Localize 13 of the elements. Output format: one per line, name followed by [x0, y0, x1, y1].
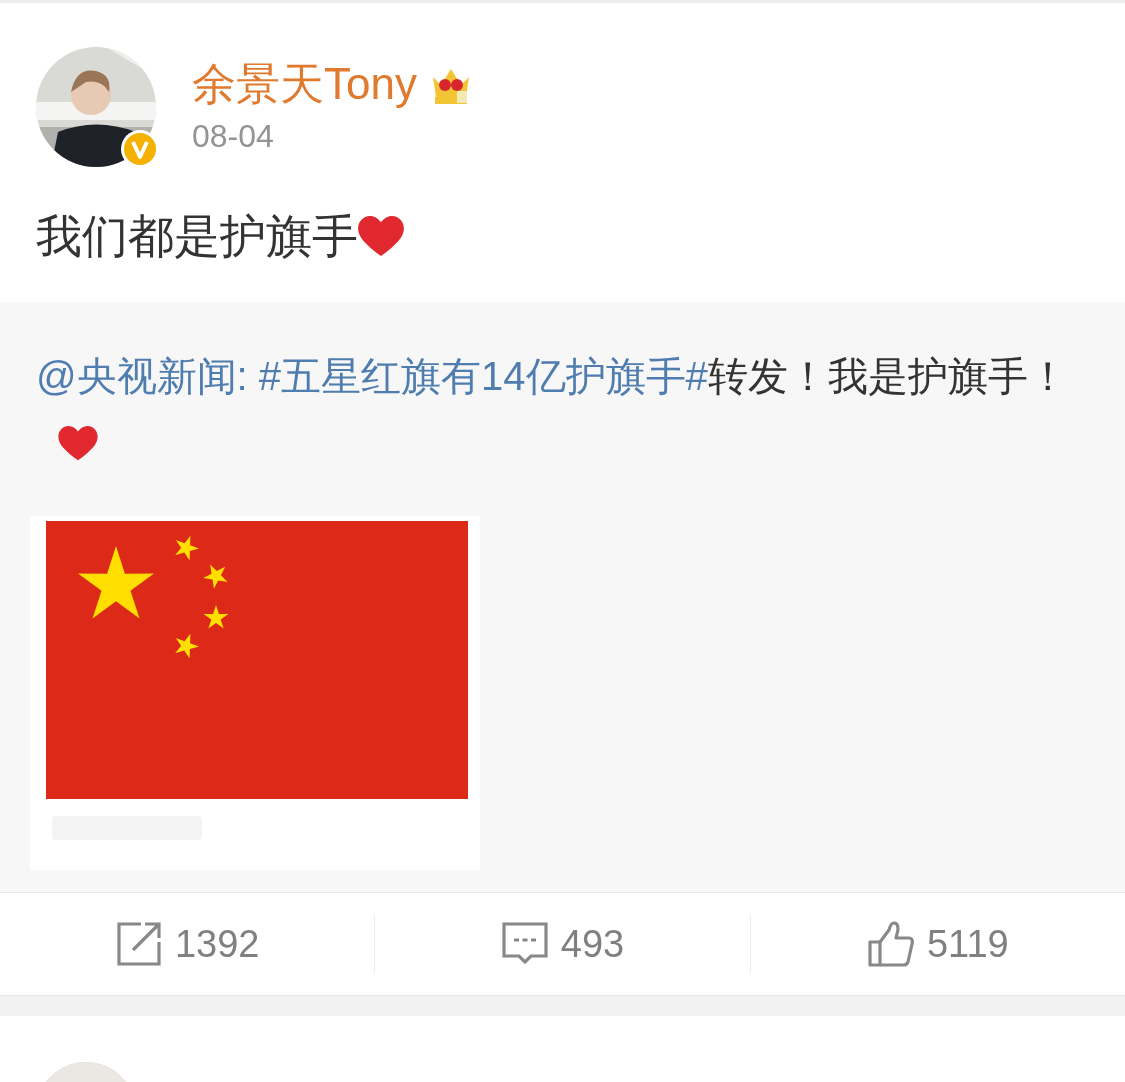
- thumbs-up-icon: [866, 920, 915, 969]
- topic-link[interactable]: #五星红旗有14亿护旗手#: [258, 354, 708, 399]
- post-date: 08-04: [192, 117, 275, 155]
- author-name[interactable]: 余景天Tony: [192, 59, 417, 110]
- like-button[interactable]: 5119: [749, 915, 1125, 974]
- post-text: 我们都是护旗手: [36, 209, 358, 264]
- repost-button[interactable]: 1392: [0, 915, 375, 974]
- share-icon: [114, 920, 163, 969]
- repost-text: @央视新闻: #五星红旗有14亿护旗手#转发！我是护旗手！: [36, 342, 1089, 479]
- mention-link[interactable]: @央视新闻:: [36, 354, 248, 399]
- heart-icon: [358, 215, 404, 258]
- comment-button[interactable]: 493: [374, 915, 750, 974]
- heart-icon: [58, 426, 98, 463]
